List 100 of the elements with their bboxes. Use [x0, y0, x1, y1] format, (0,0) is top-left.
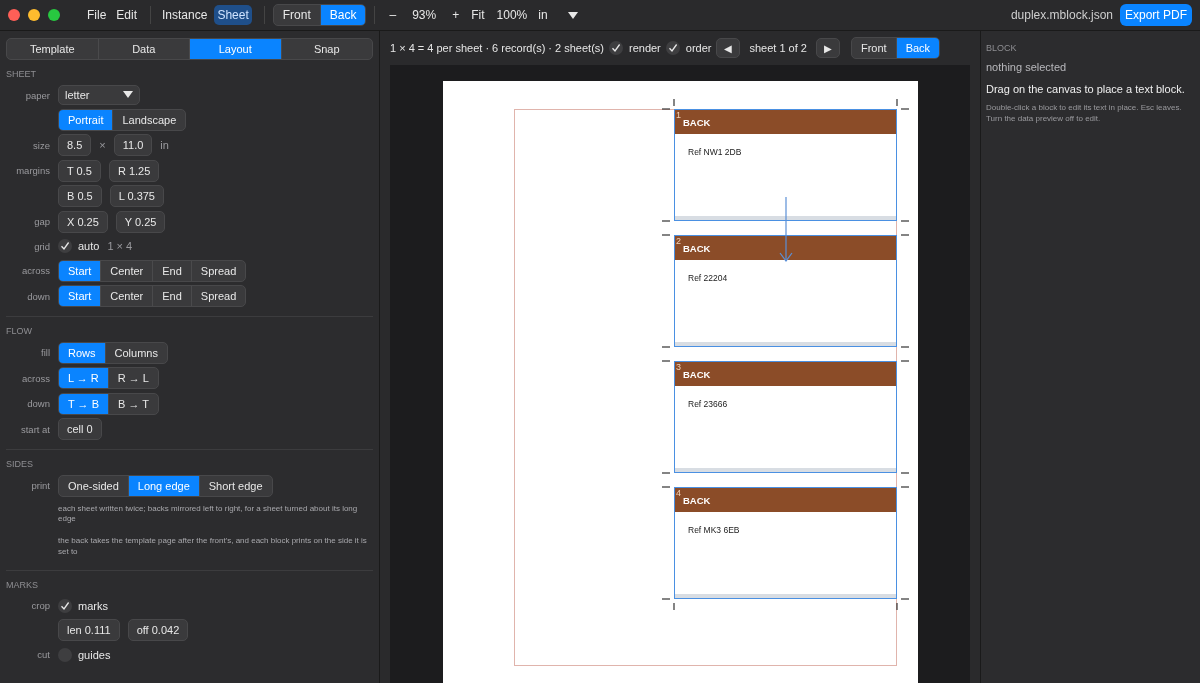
previous-sheet-button[interactable]: ◀	[716, 38, 741, 58]
paper-dropdown[interactable]: letter	[58, 85, 140, 105]
value-field[interactable]: off 0.042	[127, 619, 189, 642]
menu-item[interactable]: Edit	[111, 8, 143, 22]
block-text: Ref 22204	[688, 273, 728, 283]
hint-text: Double-click a block to edit its text in place. Esc leaves. Turn the data preview off to edit.	[986, 103, 1183, 125]
mode-tab[interactable]: Instance	[159, 5, 211, 25]
value-field[interactable]: T 0.5	[58, 159, 101, 182]
row-label: paper	[24, 89, 50, 101]
block-title: BACK	[683, 242, 711, 254]
dropdown-triangle-icon[interactable]	[566, 10, 579, 20]
unit-text: in	[160, 139, 169, 151]
option-button[interactable]: T → B	[59, 393, 108, 414]
block-title: BACK	[683, 494, 711, 506]
checkbox[interactable]	[609, 41, 623, 55]
option-button[interactable]: Spread	[190, 286, 246, 306]
help-text: the back takes the template page after the front's, and each block prints on the side it is set to	[58, 535, 368, 558]
section-title: FLOW	[6, 325, 32, 336]
option-button[interactable]: Short edge	[198, 475, 272, 496]
value-field[interactable]: L 0.375	[109, 185, 164, 207]
value-field[interactable]: 11.0	[113, 134, 153, 156]
checkbox-label: marks	[78, 599, 108, 612]
option-button[interactable]: Landscape	[112, 109, 186, 130]
option-button[interactable]: B → T	[108, 393, 158, 414]
side-tab[interactable]: Back	[319, 5, 366, 25]
block-number: 4	[676, 488, 681, 498]
option-button[interactable]: Center	[100, 286, 153, 306]
block-number: 2	[676, 236, 681, 246]
option-button[interactable]: Spread	[190, 260, 246, 281]
option-button[interactable]: L → R	[59, 368, 108, 388]
row-label: down	[26, 398, 50, 409]
value-field[interactable]: 8.5	[58, 134, 92, 156]
row-label: down	[26, 290, 50, 302]
value-field[interactable]: Y 0.25	[115, 210, 166, 233]
menu-item[interactable]: File	[82, 8, 112, 22]
sheet-counter: sheet 1 of 2	[749, 42, 807, 54]
unit-label: in	[537, 8, 549, 22]
side-tab[interactable]: Front	[273, 5, 320, 25]
option-button[interactable]: End	[152, 286, 191, 306]
row-label: grid	[33, 240, 50, 252]
sheet-summary: 1 × 4 = 4 per sheet · 6 record(s) · 2 sheet(s)	[390, 42, 604, 54]
option-button[interactable]: Rows	[59, 342, 105, 363]
zoom-in-button[interactable]: +	[446, 8, 466, 22]
option-button[interactable]: Long edge	[127, 475, 199, 496]
actual-size-button[interactable]: 100%	[490, 8, 534, 22]
row-label: cut	[36, 649, 50, 661]
checkbox-label: render	[629, 42, 661, 54]
file-name: duplex.mblock.json	[1010, 8, 1113, 22]
mode-tab[interactable]: Sheet	[214, 5, 252, 25]
dropdown-triangle-icon	[123, 91, 133, 99]
section-title: MARKS	[6, 579, 38, 590]
value-field[interactable]: R 1.25	[108, 159, 160, 182]
unit-text: 1 × 4	[107, 240, 133, 252]
help-text: each sheet written twice; backs mirrored left to right, for a sheet turned about its long edge	[58, 503, 359, 526]
text-block[interactable]: 4 BACK Ref MK3 6EB	[674, 487, 897, 599]
value-field[interactable]: X 0.25	[58, 210, 108, 233]
option-button[interactable]: One-sided	[59, 475, 128, 496]
option-button[interactable]: Columns	[104, 342, 167, 363]
option-button[interactable]: Portrait	[59, 109, 113, 130]
option-button[interactable]: Start	[59, 286, 101, 306]
text-block[interactable]: 2 BACK Ref 22204	[674, 235, 897, 347]
zoom-value: 93%	[411, 8, 438, 22]
zoom-button[interactable]	[48, 9, 60, 21]
value-field[interactable]: B 0.5	[58, 185, 102, 207]
block-title: BACK	[683, 116, 711, 128]
fit-button[interactable]: Fit	[465, 8, 491, 22]
zoom-out-button[interactable]: –	[383, 8, 403, 22]
option-button[interactable]: End	[152, 260, 191, 281]
option-button[interactable]: R → L	[107, 368, 158, 388]
text-block[interactable]: 3 BACK Ref 23666	[674, 361, 897, 473]
panel-tab[interactable]: Template	[7, 39, 98, 59]
close-button[interactable]	[8, 9, 20, 21]
text-block[interactable]: 1 BACK Ref NW1 2DB	[674, 109, 897, 221]
panel-tab[interactable]: Snap	[280, 39, 372, 59]
checkbox-label: order	[685, 42, 712, 54]
next-sheet-button[interactable]: ▶	[815, 38, 840, 58]
row-label: crop	[30, 600, 50, 612]
export-pdf-button[interactable]: Export PDF	[1120, 4, 1192, 26]
instruction-text: Drag on the canvas to place a text block.	[986, 83, 1186, 95]
option-button[interactable]: Center	[100, 260, 153, 281]
block-title: BACK	[683, 368, 711, 380]
side-tab[interactable]: Back	[895, 38, 940, 58]
section-title: SIDES	[6, 458, 33, 469]
row-label: gap	[33, 216, 50, 227]
order-arrow	[779, 197, 793, 262]
value-field[interactable]: len 0.111	[58, 619, 120, 642]
checkbox-label: auto	[78, 240, 100, 252]
checkbox[interactable]	[58, 239, 72, 253]
row-label: fill	[40, 347, 50, 358]
unit-text: ×	[99, 139, 106, 151]
panel-tab[interactable]: Layout	[189, 39, 281, 59]
checkbox[interactable]	[665, 41, 680, 55]
block-number: 3	[676, 362, 681, 372]
row-label: margins	[15, 165, 50, 176]
block-text: Ref 23666	[688, 399, 728, 409]
checkbox[interactable]	[58, 598, 72, 613]
option-button[interactable]: Start	[59, 260, 101, 281]
side-tab[interactable]: Front	[851, 38, 896, 58]
minimize-button[interactable]	[28, 9, 40, 21]
value-field[interactable]: cell 0	[58, 418, 102, 440]
